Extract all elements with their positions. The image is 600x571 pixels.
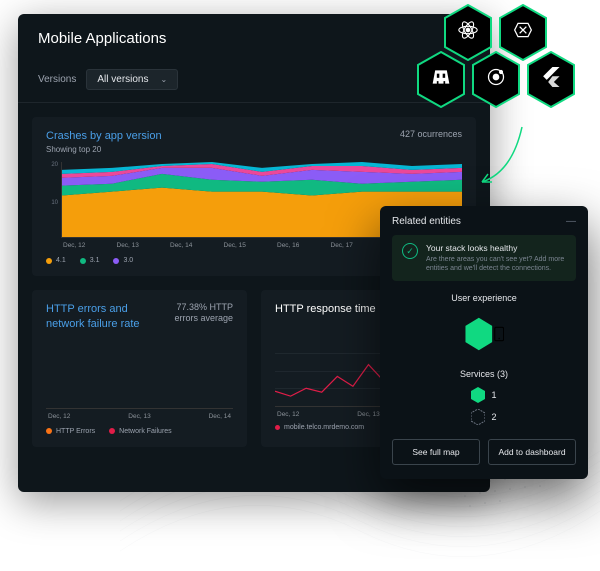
check-circle-icon: ✓ xyxy=(402,243,418,259)
legend-item: 3.1 xyxy=(80,257,100,264)
legend-item: Network Failures xyxy=(109,428,172,435)
versions-dropdown[interactable]: All versions ⌄ xyxy=(86,69,178,90)
service-row[interactable]: 1 xyxy=(471,387,496,403)
dropdown-value: All versions xyxy=(97,74,148,85)
x-tick: Dec, 12 xyxy=(277,411,299,418)
filter-label: Versions xyxy=(38,74,76,85)
ionic-icon xyxy=(471,51,521,108)
legend-dot xyxy=(46,428,52,434)
legend-dot xyxy=(46,258,52,264)
user-experience-hex[interactable] xyxy=(464,311,504,357)
y-tick: 20 xyxy=(46,162,58,168)
legend-item: 3.0 xyxy=(113,257,133,264)
legend-dot xyxy=(109,428,115,434)
x-tick: Dec, 15 xyxy=(224,242,246,249)
http-errors-chart: // bars generated below via binding scri… xyxy=(46,339,233,409)
chevron-down-icon: ⌄ xyxy=(161,75,168,84)
x-tick: Dec, 17 xyxy=(331,242,353,249)
x-tick: Dec, 12 xyxy=(48,413,70,420)
framework-hex-cluster xyxy=(400,4,590,124)
x-tick: Dec, 13 xyxy=(117,242,139,249)
related-entities-panel: Related entities — ✓ Your stack looks he… xyxy=(380,206,588,479)
y-tick: 10 xyxy=(46,200,58,206)
legend-dot xyxy=(80,258,86,264)
side-panel-title: Related entities xyxy=(392,216,461,227)
x-tick: Dec, 16 xyxy=(277,242,299,249)
see-full-map-button[interactable]: See full map xyxy=(392,439,480,465)
service-hex-icon xyxy=(471,409,485,425)
crashes-title[interactable]: Crashes by app version xyxy=(46,129,162,143)
service-row[interactable]: 2 xyxy=(471,409,496,425)
healthy-status-box: ✓ Your stack looks healthy Are there are… xyxy=(392,235,576,281)
services-label: Services (3) xyxy=(392,369,576,379)
crashes-occurrences: 427 ocurrences xyxy=(400,129,462,140)
user-experience-label: User experience xyxy=(392,293,576,303)
healthy-title: Your stack looks healthy xyxy=(426,243,566,253)
legend-dot xyxy=(113,258,119,264)
legend-dot xyxy=(275,425,280,430)
services-list: 1 2 xyxy=(392,387,576,425)
legend-item: HTTP Errors xyxy=(46,428,95,435)
flutter-icon xyxy=(526,51,576,108)
x-tick: Dec, 14 xyxy=(170,242,192,249)
add-to-dashboard-button[interactable]: Add to dashboard xyxy=(488,439,576,465)
http-errors-meta: 77.38% HTTP errors average xyxy=(173,302,233,324)
crashes-subtitle: Showing top 20 xyxy=(46,145,162,154)
http-errors-title[interactable]: HTTP errors and network failure rate xyxy=(46,302,146,331)
service-hex-icon xyxy=(471,387,485,403)
mobile-icon xyxy=(494,324,504,344)
x-tick: Dec, 14 xyxy=(209,413,231,420)
minimize-icon[interactable]: — xyxy=(566,216,576,227)
arrow-icon xyxy=(472,122,532,192)
cordova-icon xyxy=(416,51,466,108)
x-tick: Dec, 13 xyxy=(128,413,150,420)
healthy-subtitle: Are there areas you can't see yet? Add m… xyxy=(426,255,566,273)
http-errors-legend: HTTP Errors Network Failures xyxy=(46,428,233,435)
x-tick: Dec, 12 xyxy=(63,242,85,249)
legend-item: 4.1 xyxy=(46,257,66,264)
http-errors-panel: HTTP errors and network failure rate 77.… xyxy=(32,290,247,447)
x-axis: Dec, 12 Dec, 13 Dec, 14 xyxy=(46,413,233,420)
x-tick: Dec, 13 xyxy=(357,411,379,418)
